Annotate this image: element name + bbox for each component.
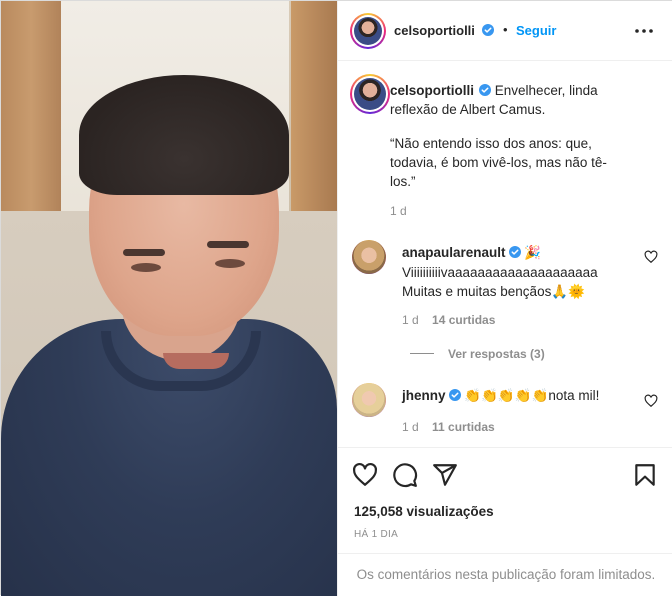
comment-meta: 1 d 14 curtidas — [402, 313, 495, 327]
view-replies-label[interactable]: Ver respostas (3) — [448, 347, 545, 361]
person-eye-right — [215, 259, 245, 268]
author-username[interactable]: celsoportiolli — [394, 23, 475, 38]
comments-limited-notice: Os comentários nesta publicação foram li… — [338, 553, 672, 596]
person-hair — [79, 75, 289, 195]
comment-like-heart-icon[interactable] — [644, 250, 658, 264]
comment-likes-count[interactable]: 14 curtidas — [432, 313, 495, 327]
heart-icon[interactable] — [352, 462, 378, 488]
party-popper-emoji: 🎉 — [524, 245, 542, 261]
person-brow-left — [123, 249, 165, 256]
view-replies-button[interactable]: Ver respostas (3) — [410, 347, 545, 361]
caption-avatar[interactable] — [350, 74, 390, 114]
post-date[interactable]: HÁ 1 DIA — [354, 529, 398, 540]
comment-like-heart-icon[interactable] — [644, 394, 658, 408]
more-horizontal-icon[interactable] — [630, 19, 658, 43]
views-count[interactable]: 125,058 visualizações — [354, 504, 494, 519]
comment-avatar[interactable] — [352, 383, 386, 417]
send-icon[interactable] — [432, 462, 458, 488]
post-header: celsoportiolli • Seguir — [338, 1, 672, 61]
post-dialog: celsoportiolli • Seguir celsoportiolli E… — [0, 0, 672, 596]
comment-timestamp[interactable]: 1 d — [402, 313, 419, 327]
clapping-hands-emoji: 👏👏👏👏👏 — [464, 388, 549, 404]
author-username-link[interactable]: celsoportiolli — [394, 23, 494, 38]
verified-badge-icon — [481, 24, 494, 36]
follow-button[interactable]: Seguir — [516, 23, 556, 38]
verified-badge-icon — [448, 389, 461, 401]
header-separator: • — [503, 22, 508, 37]
background-curtain-left — [1, 1, 61, 241]
post-action-bar — [338, 447, 672, 499]
caption-username[interactable]: celsoportiolli — [390, 83, 474, 98]
comments-scroll-area[interactable]: celsoportiolli Envelhecer, linda reflexã… — [338, 62, 672, 446]
author-avatar[interactable] — [350, 13, 386, 49]
comment-line: Muitas e muitas bençãos🙏🌞 — [402, 284, 585, 299]
comment-text: anapaularenault 🎉 Viiiiiiiiiivaaaaaaaaaa… — [402, 243, 642, 301]
comment-likes-count[interactable]: 11 curtidas — [432, 420, 495, 434]
caption-quote: “Não entendo isso dos anos: que, todavia… — [390, 136, 607, 189]
comment-timestamp[interactable]: 1 d — [402, 420, 419, 434]
person-eye-left — [131, 263, 161, 272]
verified-badge-icon — [479, 84, 492, 96]
replies-divider-line — [410, 353, 434, 354]
comment-line: Viiiiiiiiiivaaaaaaaaaaaaaaaaaaaa — [402, 265, 598, 280]
person-brow-right — [207, 241, 249, 248]
comment-body: nota mil! — [548, 388, 600, 403]
verified-badge-icon — [508, 246, 521, 258]
post-video[interactable] — [1, 1, 337, 596]
bookmark-icon[interactable] — [632, 462, 658, 488]
comment-icon[interactable] — [392, 462, 418, 488]
post-sidebar: celsoportiolli • Seguir celsoportiolli E… — [337, 1, 672, 596]
comment-meta: 1 d 11 curtidas — [402, 420, 495, 434]
caption-text: celsoportiolli Envelhecer, linda reflexã… — [390, 81, 620, 119]
comment-avatar[interactable] — [352, 240, 386, 274]
comment-text: jhenny 👏👏👏👏👏nota mil! — [402, 386, 642, 406]
comment-username[interactable]: jhenny — [402, 388, 446, 403]
caption-timestamp[interactable]: 1 d — [390, 204, 407, 218]
comment-username[interactable]: anapaularenault — [402, 245, 506, 260]
